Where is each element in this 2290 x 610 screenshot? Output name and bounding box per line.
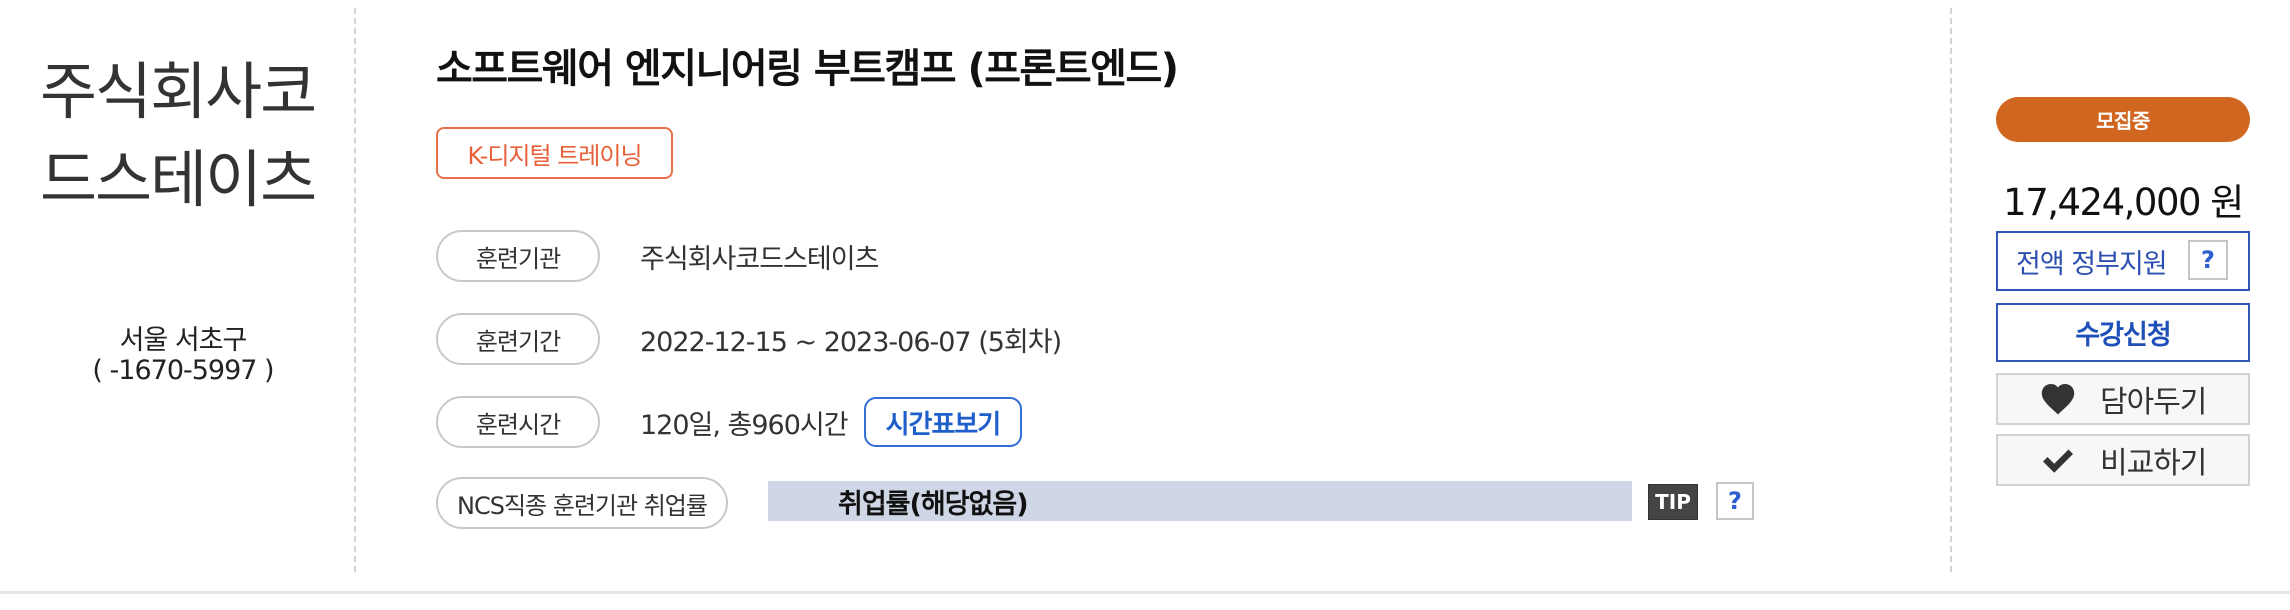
info-row-hours: 훈련시간 120일, 총960시간 시간표보기 [436,396,1023,448]
label-pill: 훈련기간 [436,313,600,365]
institution-value: 주식회사코드스테이츠 [640,243,879,275]
hours-value: 120일, 총960시간 [640,409,849,441]
institution-phone: ( -1670-5997 ) [92,355,274,386]
row-separator [0,591,2290,594]
heart-icon [2038,379,2078,419]
info-row-institution: 훈련기관 주식회사코드스테이츠 [436,230,879,282]
divider [354,8,356,572]
subsidy-label: 전액 정부지원 [2016,248,2168,280]
compare-label: 비교하기 [2100,446,2207,481]
institution-location: 서울 서초구 [119,325,248,356]
status-badge: 모집중 [1996,97,2250,142]
info-row-period: 훈련기간 2022-12-15 ~ 2023-06-07 (5회차) [436,313,1062,365]
timetable-button[interactable]: 시간표보기 [863,397,1023,447]
check-icon [2038,440,2078,480]
program-badge: K-디지털 트레이닝 [436,127,673,179]
price: 17,424,000 원 [2003,181,2244,224]
compare-button[interactable]: 비교하기 [1996,434,2250,486]
label-pill: NCS직종 훈련기관 취업률 [436,477,728,529]
save-button[interactable]: 담아두기 [1996,373,2250,425]
employment-help-button[interactable]: ? [1716,482,1754,520]
employment-rate-bar: 취업률(해당없음) [768,481,1632,521]
label-pill: 훈련기관 [436,230,600,282]
institution-panel: 주식회사코드스테이츠 서울 서초구 ( -1670-5997 ) [0,0,355,572]
label-pill: 훈련시간 [436,396,600,448]
apply-button[interactable]: 수강신청 [1996,303,2250,362]
institution-name[interactable]: 주식회사코드스테이츠 [40,48,340,224]
save-label: 담아두기 [2100,385,2207,420]
course-title[interactable]: 소프트웨어 엔지니어링 부트캠프 (프론트엔드) [436,36,1179,94]
tip-button[interactable]: TIP [1648,484,1698,520]
divider [1950,8,1952,572]
info-row-employment: NCS직종 훈련기관 취업률 [436,477,728,529]
period-value: 2022-12-15 ~ 2023-06-07 (5회차) [640,326,1062,358]
subsidy-help-button[interactable]: ? [2188,240,2228,280]
institution-contact: 서울 서초구 ( -1670-5997 ) [0,326,366,386]
